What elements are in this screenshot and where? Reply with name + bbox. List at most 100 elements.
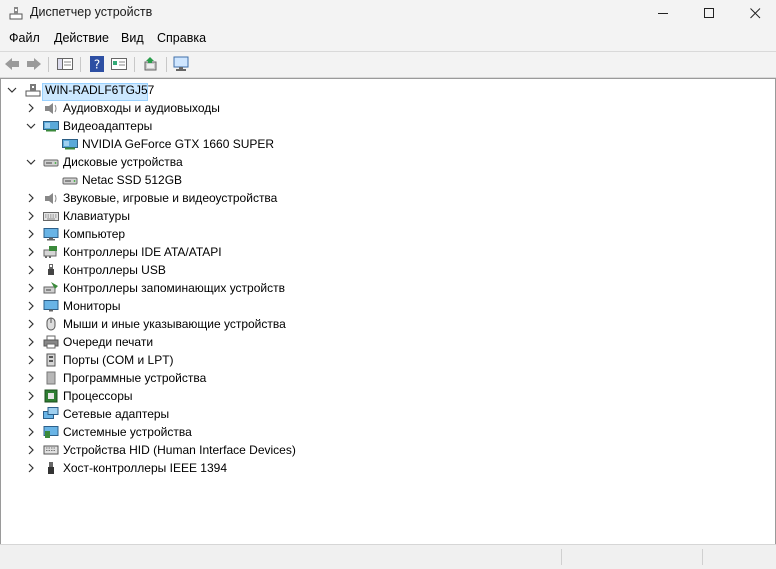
tree-category-node[interactable]: Мониторы [1, 297, 761, 315]
tree-category-node[interactable]: Порты (COM и LPT) [1, 351, 761, 369]
show-hide-console-tree-button[interactable] [56, 56, 74, 72]
port-icon [46, 353, 56, 367]
chevron-right-icon[interactable] [26, 445, 36, 455]
minimize-icon [657, 12, 668, 14]
chevron-right-icon[interactable] [26, 211, 36, 221]
tree-category-node[interactable]: Хост-контроллеры IEEE 1394 [1, 459, 761, 477]
ieee1394-icon [48, 462, 54, 474]
chevron-right-icon[interactable] [26, 193, 36, 203]
menu-bar: Файл Действие Вид Справка [0, 27, 776, 49]
tree-category-node[interactable]: Мыши и иные указывающие устройства [1, 315, 761, 333]
tree-category-node[interactable]: Контроллеры IDE ATA/ATAPI [1, 243, 761, 261]
close-button[interactable] [732, 0, 776, 26]
title-bar: Диспетчер устройств [0, 0, 776, 26]
chevron-right-icon[interactable] [26, 463, 36, 473]
tree-category-label: Видеоадаптеры [63, 119, 153, 133]
chevron-right-icon[interactable] [26, 391, 36, 401]
tree-category-node[interactable]: Клавиатуры [1, 207, 761, 225]
mouse-icon [46, 317, 56, 331]
chevron-right-icon[interactable] [26, 103, 36, 113]
tree-category-node[interactable]: Устройства HID (Human Interface Devices) [1, 441, 761, 459]
chevron-right-icon[interactable] [26, 301, 36, 311]
tree-device-label: Netac SSD 512GB [82, 173, 183, 187]
chevron-down-icon[interactable] [26, 157, 36, 167]
chevron-right-icon[interactable] [26, 319, 36, 329]
tree-device-node[interactable]: Netac SSD 512GB [1, 171, 761, 189]
storage-controller-icon [43, 282, 58, 294]
monitor-icon [43, 300, 59, 312]
tree-category-label: Компьютер [63, 227, 126, 241]
network-adapter-icon [43, 407, 59, 419]
chevron-right-icon[interactable] [26, 337, 36, 347]
tree-category-label: Порты (COM и LPT) [63, 353, 174, 367]
disk-drive-icon [62, 177, 78, 185]
tree-category-label: Контроллеры IDE ATA/ATAPI [63, 245, 222, 259]
back-button[interactable] [3, 56, 21, 72]
computer-icon [43, 228, 59, 241]
tree-device-label: NVIDIA GeForce GTX 1660 SUPER [82, 137, 275, 151]
tree-root-node[interactable]: WIN-RADLF6TGJ57 [1, 81, 761, 101]
properties-button[interactable] [110, 56, 128, 72]
chevron-right-icon[interactable] [26, 265, 36, 275]
chevron-right-icon[interactable] [26, 355, 36, 365]
tree-category-label: Очереди печати [63, 335, 154, 349]
menu-view[interactable]: Вид [121, 31, 144, 45]
tree-category-label: Системные устройства [63, 425, 192, 439]
update-driver-icon [144, 57, 157, 71]
tree-category-node[interactable]: Процессоры [1, 387, 761, 405]
toolbar: ? [0, 51, 776, 78]
tree-category-node[interactable]: Контроллеры USB [1, 261, 761, 279]
chevron-right-icon[interactable] [26, 409, 36, 419]
system-device-icon [43, 426, 59, 438]
tree-category-node[interactable]: Дисковые устройства [1, 153, 761, 171]
toolbar-separator [80, 57, 81, 72]
tree-root-label: WIN-RADLF6TGJ57 [45, 83, 155, 97]
tree-category-label: Дисковые устройства [63, 155, 183, 169]
menu-action[interactable]: Действие [54, 31, 109, 45]
maximize-button[interactable] [686, 0, 732, 26]
tree-category-node[interactable]: Системные устройства [1, 423, 761, 441]
keyboard-icon [43, 212, 59, 221]
computer-root-icon [25, 84, 41, 97]
chevron-right-icon[interactable] [26, 427, 36, 437]
chevron-right-icon[interactable] [26, 229, 36, 239]
tree-category-node[interactable]: Очереди печати [1, 333, 761, 351]
toolbar-separator [134, 57, 135, 72]
chevron-down-icon[interactable] [7, 85, 17, 95]
toolbar-separator [166, 57, 167, 72]
window-title: Диспетчер устройств [30, 5, 153, 19]
tree-category-node[interactable]: Контроллеры запоминающих устройств [1, 279, 761, 297]
tree-device-node[interactable]: NVIDIA GeForce GTX 1660 SUPER [1, 135, 761, 153]
tree-category-label: Аудиовходы и аудиовыходы [63, 101, 220, 115]
chevron-right-icon[interactable] [26, 247, 36, 257]
tree-category-node[interactable]: Сетевые адаптеры [1, 405, 761, 423]
status-separator [702, 549, 703, 565]
help-button[interactable]: ? [88, 56, 106, 72]
tree-category-label: Процессоры [63, 389, 133, 403]
chevron-right-icon[interactable] [26, 373, 36, 383]
svg-text:?: ? [94, 58, 100, 72]
tree-category-node[interactable]: Видеоадаптеры [1, 117, 761, 135]
device-tree[interactable]: WIN-RADLF6TGJ57 Аудиовходы и аудиовыходы… [0, 78, 776, 545]
tree-category-label: Устройства HID (Human Interface Devices) [63, 443, 296, 457]
tree-category-node[interactable]: Компьютер [1, 225, 761, 243]
usb-icon [48, 264, 54, 275]
minimize-button[interactable] [640, 0, 686, 26]
menu-help[interactable]: Справка [157, 31, 206, 45]
arrow-left-icon [5, 58, 19, 70]
processor-icon [44, 389, 58, 403]
chevron-right-icon[interactable] [26, 283, 36, 293]
arrow-right-icon [27, 58, 41, 70]
tree-category-label: Хост-контроллеры IEEE 1394 [63, 461, 227, 475]
scan-hardware-button[interactable] [173, 56, 191, 72]
tree-category-node[interactable]: Аудиовходы и аудиовыходы [1, 99, 761, 117]
tree-category-node[interactable]: Звуковые, игровые и видеоустройства [1, 189, 761, 207]
menu-file[interactable]: Файл [9, 31, 40, 45]
update-driver-button[interactable] [142, 56, 160, 72]
console-tree-icon [57, 58, 73, 70]
tree-category-node[interactable]: Программные устройства [1, 369, 761, 387]
tree-category-label: Мониторы [63, 299, 121, 313]
forward-button[interactable] [25, 56, 43, 72]
hid-icon [43, 445, 59, 455]
chevron-down-icon[interactable] [26, 121, 36, 131]
